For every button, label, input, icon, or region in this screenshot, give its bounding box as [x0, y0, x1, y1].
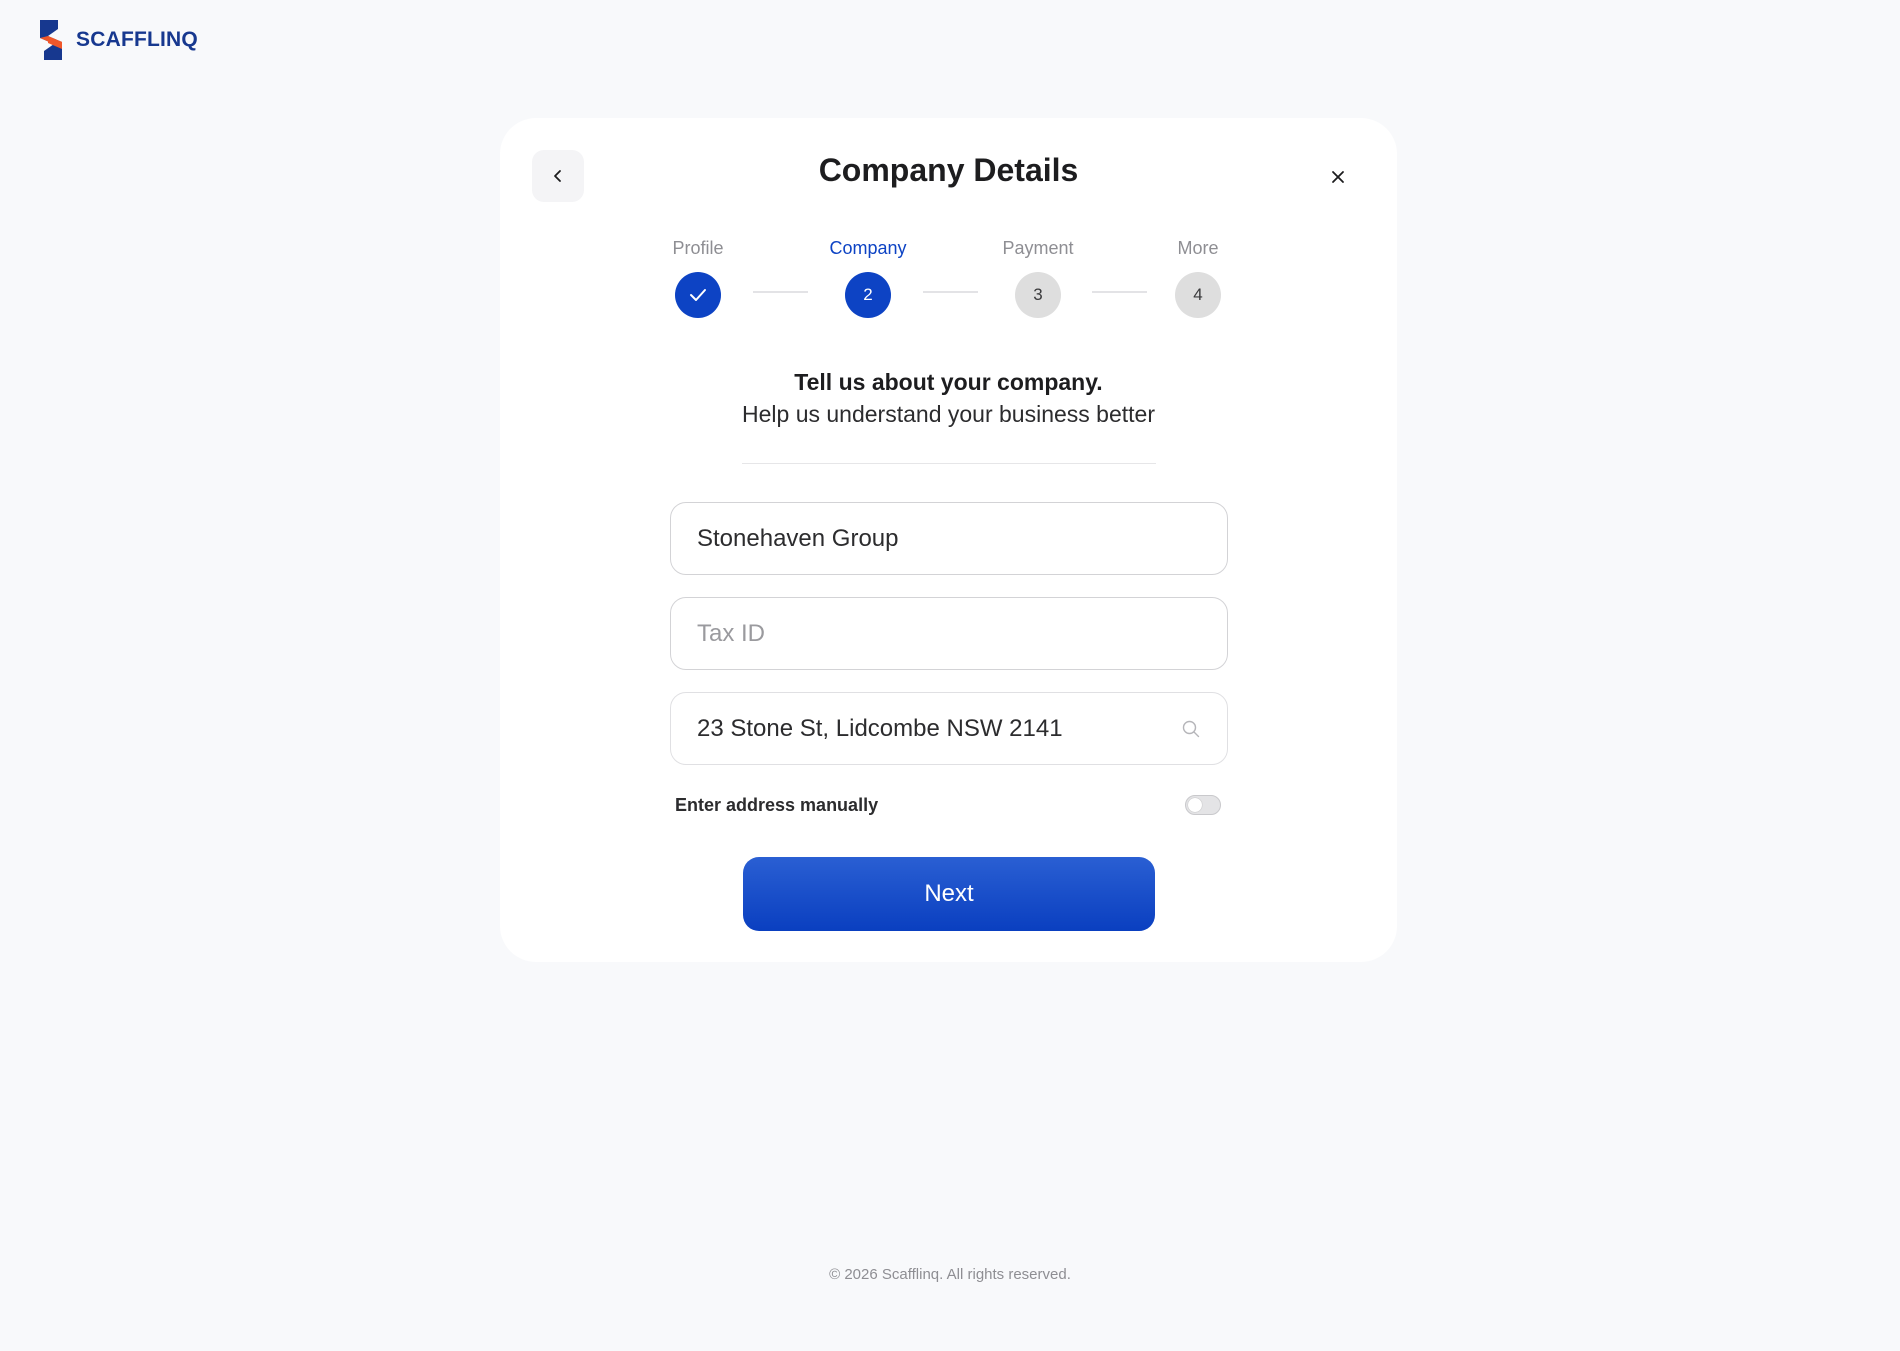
address-field[interactable]: [670, 692, 1228, 765]
checkmark-icon: [690, 289, 706, 301]
step-profile[interactable]: Profile: [638, 236, 758, 318]
manual-address-row: Enter address manually: [675, 792, 1221, 818]
search-icon[interactable]: [1181, 719, 1201, 739]
step-label: Company: [829, 238, 907, 258]
address-input[interactable]: [697, 714, 1181, 743]
tax-id-field[interactable]: [670, 597, 1228, 670]
brand-logo[interactable]: SCAFFLINQ: [36, 20, 198, 60]
company-details-modal: Company Details Profile Company 2 Paymen…: [500, 118, 1397, 962]
step-more[interactable]: More 4: [1138, 236, 1258, 318]
step-marker: [675, 272, 721, 318]
step-marker: 4: [1175, 272, 1221, 318]
step-connector: [1092, 291, 1147, 293]
section-divider: [742, 463, 1156, 464]
modal-title: Company Details: [818, 152, 1079, 188]
step-label: More: [1177, 238, 1219, 258]
step-marker: 3: [1015, 272, 1061, 318]
manual-address-toggle[interactable]: [1185, 795, 1221, 815]
step-label: Payment: [1002, 238, 1074, 258]
step-connector: [923, 291, 978, 293]
manual-address-label: Enter address manually: [675, 794, 879, 815]
close-icon: [1332, 171, 1344, 183]
step-company[interactable]: Company 2: [808, 236, 928, 318]
brand-name: SCAFFLINQ: [76, 28, 198, 51]
intro-text: Tell us about your company. Help us unde…: [500, 366, 1397, 430]
tax-id-input[interactable]: [697, 619, 1201, 648]
step-label: Profile: [672, 238, 724, 258]
close-button[interactable]: [1321, 160, 1355, 194]
intro-heading: Tell us about your company.: [794, 369, 1103, 395]
company-name-field[interactable]: [670, 502, 1228, 575]
progress-stepper: Profile Company 2 Payment 3 More 4: [500, 236, 1397, 318]
step-connector: [753, 291, 808, 293]
logo-mark-icon: [40, 20, 62, 60]
toggle-knob: [1188, 798, 1202, 812]
intro-subheading: Help us understand your business better: [742, 401, 1155, 427]
step-payment[interactable]: Payment 3: [978, 236, 1098, 318]
next-button[interactable]: Next: [743, 857, 1155, 931]
footer-copyright: © 2026 Scafflinq. All rights reserved.: [829, 1266, 1071, 1283]
step-marker: 2: [845, 272, 891, 318]
company-name-input[interactable]: [697, 524, 1201, 553]
